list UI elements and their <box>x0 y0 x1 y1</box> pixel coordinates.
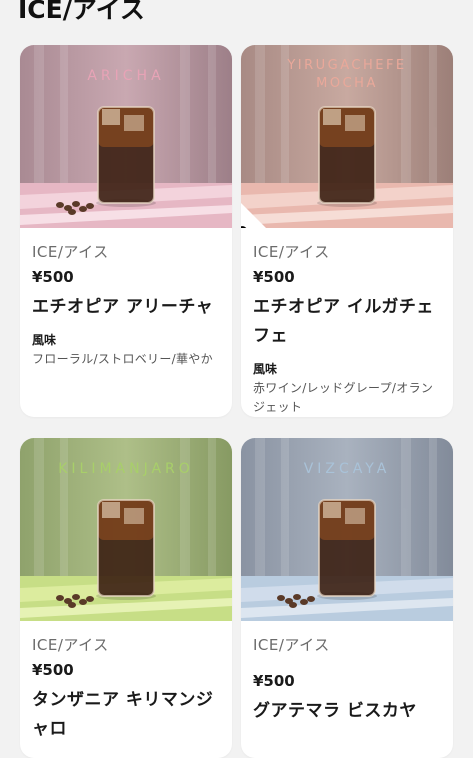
product-category: ICE/アイス <box>253 636 330 654</box>
product-card-vizcaya[interactable]: VIZCAYA ICE/アイス ¥500 グアテマラ ビスカヤ <box>241 438 453 758</box>
product-photo-label: ARICHA <box>87 68 165 84</box>
product-price: ¥500 <box>253 268 295 286</box>
product-category: ICE/アイス <box>253 243 330 261</box>
flavor-heading: 風味 <box>32 333 57 347</box>
product-price: ¥500 <box>32 268 74 286</box>
product-photo: KILIMANJARO <box>20 438 232 621</box>
product-card-yirugachefe[interactable]: YIRUGACHEFE MOCHA OGAWA ICE/アイス ¥500 エチオ… <box>241 45 453 417</box>
product-grid: ARICHA ICE/アイス ¥500 エチオピア アリーチャ 風味 フローラル… <box>0 0 473 758</box>
product-photo: YIRUGACHEFE MOCHA OGAWA <box>241 45 453 228</box>
product-photo: ARICHA <box>20 45 232 228</box>
flavor-text: フローラル/ストロベリー/華やか <box>32 352 213 366</box>
product-card-kilimanjaro[interactable]: KILIMANJARO ICE/アイス ¥500 タンザニア キリマンジャロ <box>20 438 232 758</box>
product-photo: VIZCAYA <box>241 438 453 621</box>
product-price: ¥500 <box>32 661 74 679</box>
product-category: ICE/アイス <box>32 636 109 654</box>
product-price: ¥500 <box>253 672 295 690</box>
product-photo-label: YIRUGACHEFE MOCHA <box>287 58 407 91</box>
product-name: グアテマラ ビスカヤ <box>253 701 417 721</box>
product-card-aricha[interactable]: ARICHA ICE/アイス ¥500 エチオピア アリーチャ 風味 フローラル… <box>20 45 232 417</box>
flavor-heading: 風味 <box>253 362 278 376</box>
product-category: ICE/アイス <box>32 243 109 261</box>
flavor-text: 赤ワイン/レッドグレープ/オランジェット <box>253 381 434 414</box>
product-photo-label: VIZCAYA <box>303 461 391 477</box>
product-name: エチオピア イルガチェフェ <box>253 297 434 346</box>
product-name: タンザニア キリマンジャロ <box>32 690 214 739</box>
product-photo-label: KILIMANJARO <box>58 461 194 477</box>
product-name: エチオピア アリーチャ <box>32 297 214 317</box>
